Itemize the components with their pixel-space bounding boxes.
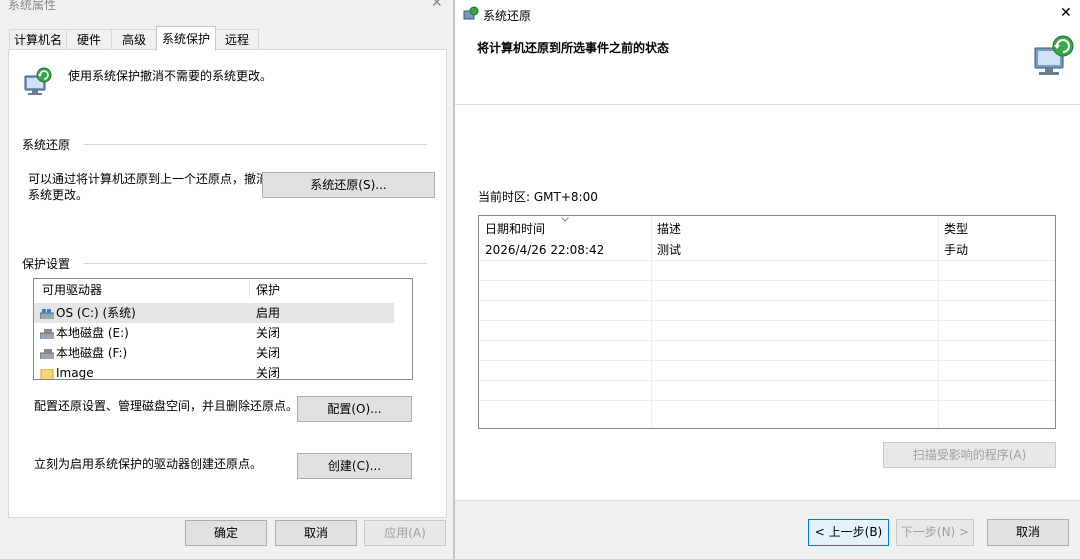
tab-remote[interactable]: 远程 — [215, 29, 259, 50]
grid-line — [479, 360, 1055, 361]
system-restore-window: 系统还原 ✕ 将计算机还原到所选事件之前的状态 当前时区: GMT+8:00 日… — [454, 0, 1080, 559]
system-restore-large-icon — [1034, 35, 1074, 75]
grid-line — [479, 280, 1055, 281]
restore-point-description: 测试 — [657, 243, 682, 257]
grid-line — [479, 400, 1055, 401]
window-title: 系统属性 — [8, 0, 57, 12]
back-button[interactable]: < 上一步(B) — [808, 519, 889, 546]
grid-line — [479, 300, 1055, 301]
window-title: 系统还原 — [483, 9, 532, 23]
tab-hardware[interactable]: 硬件 — [66, 29, 112, 50]
configure-text: 配置还原设置、管理磁盘空间，并且删除还原点。 — [34, 399, 299, 413]
restore-point-list[interactable]: 日期和时间 描述 类型 2026/4/26 22:08:42 测试 手动 — [478, 215, 1056, 429]
timezone-label: 当前时区: GMT+8:00 — [478, 190, 598, 204]
column-header-description[interactable]: 描述 — [657, 219, 681, 239]
list-item[interactable]: 本地磁盘 (E:) 关闭 — [34, 323, 394, 343]
restore-point-datetime: 2026/4/26 22:08:42 — [485, 243, 605, 257]
system-restore-icon — [24, 67, 52, 95]
restore-description-line1: 可以通过将计算机还原到上一个还原点，撤消 — [28, 172, 269, 186]
column-header-datetime[interactable]: 日期和时间 — [485, 219, 545, 239]
tab-advanced[interactable]: 高级 — [111, 29, 157, 50]
column-header-protection[interactable]: 保护 — [256, 279, 376, 301]
list-item[interactable]: Image 关闭 — [34, 363, 394, 380]
wizard-heading: 将计算机还原到所选事件之前的状态 — [477, 41, 670, 55]
list-item[interactable]: OS (C:) (系统) 启用 — [34, 303, 394, 323]
create-text: 立刻为启用系统保护的驱动器创建还原点。 — [34, 457, 263, 471]
sort-indicator-icon — [561, 217, 569, 222]
drive-icon — [40, 348, 54, 359]
restore-description-line2: 系统更改。 — [28, 188, 89, 202]
drive-protection-status: 关闭 — [256, 346, 281, 360]
column-header-type[interactable]: 类型 — [944, 219, 968, 239]
next-button[interactable]: 下一步(N) > — [896, 519, 974, 546]
list-item[interactable]: 本地磁盘 (F:) 关闭 — [34, 343, 394, 363]
restore-point-type: 手动 — [944, 243, 969, 257]
drive-protection-status: 关闭 — [256, 326, 281, 340]
protection-group-title: 保护设置 — [22, 257, 71, 271]
create-button[interactable]: 创建(C)... — [297, 453, 412, 479]
drive-name: 本地磁盘 (F:) — [56, 346, 128, 360]
tab-computer-name[interactable]: 计算机名 — [9, 29, 67, 50]
restore-group-title: 系统还原 — [22, 138, 71, 152]
ok-button[interactable]: 确定 — [185, 520, 267, 546]
close-icon[interactable]: ✕ — [431, 0, 443, 11]
intro-text: 使用系统保护撤消不需要的系统更改。 — [68, 69, 273, 83]
grid-line — [479, 260, 1055, 261]
drive-name: Image — [56, 366, 94, 380]
tab-system-protection[interactable]: 系统保护 — [156, 26, 216, 51]
cancel-button[interactable]: 取消 — [987, 519, 1069, 546]
grid-line — [479, 320, 1055, 321]
wizard-header: 系统还原 ✕ 将计算机还原到所选事件之前的状态 — [455, 0, 1080, 105]
folder-icon — [40, 368, 54, 379]
drive-icon — [40, 328, 54, 339]
scan-affected-programs-button[interactable]: 扫描受影响的程序(A) — [883, 442, 1056, 468]
system-properties-window: 系统属性 ✕ 计算机名 硬件 高级 系统保护 远程 使用系统保护撤消不需要的系统… — [0, 0, 454, 559]
grid-line — [479, 380, 1055, 381]
drive-protection-status: 关闭 — [256, 366, 281, 380]
column-header-drives[interactable]: 可用驱动器 — [42, 279, 242, 301]
footer-divider — [455, 500, 1080, 501]
drive-name: 本地磁盘 (E:) — [56, 326, 129, 340]
drive-list[interactable]: 可用驱动器 保护 OS (C:) (系统) 启用 本地磁盘 (E:) 关闭 本地… — [33, 278, 413, 380]
group-divider — [84, 263, 427, 264]
system-restore-icon — [463, 6, 479, 20]
column-separator — [249, 281, 250, 299]
grid-line — [479, 340, 1055, 341]
system-restore-button[interactable]: 系统还原(S)... — [262, 172, 435, 198]
system-drive-icon — [40, 308, 54, 319]
drive-protection-status: 启用 — [256, 306, 281, 320]
configure-button[interactable]: 配置(O)... — [297, 396, 412, 422]
group-divider — [84, 144, 427, 145]
apply-button[interactable]: 应用(A) — [364, 520, 446, 546]
table-row[interactable]: 2026/4/26 22:08:42 测试 手动 — [479, 240, 1055, 260]
close-icon[interactable]: ✕ — [1060, 5, 1072, 21]
drive-name: OS (C:) (系统) — [56, 306, 136, 320]
cancel-button[interactable]: 取消 — [275, 520, 357, 546]
